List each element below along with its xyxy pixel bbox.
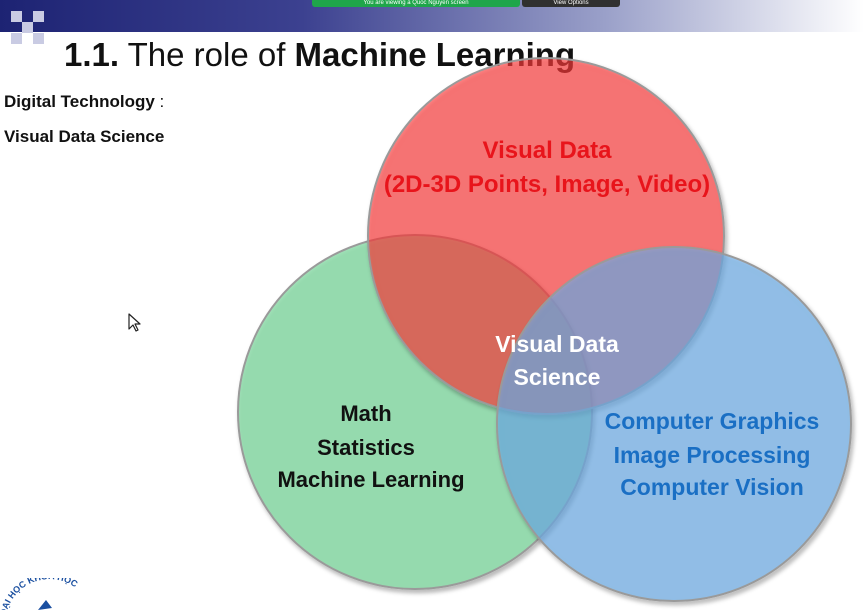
visual-data-subtitle: (2D-3D Points, Image, Video) [384, 171, 710, 198]
statistics-label: Statistics [317, 435, 415, 460]
university-logo: ĐẠI HỌC KHOA HỌC [0, 578, 80, 610]
visual-data-science-center-label: Visual Data [495, 331, 619, 357]
image-processing-label: Image Processing [614, 442, 811, 468]
logo-emblem [38, 600, 52, 610]
computer-graphics-label: Computer Graphics [605, 408, 820, 434]
logo-text: ĐẠI HỌC KHOA HỌC [0, 578, 80, 610]
visual-data-label: Visual Data [483, 137, 613, 164]
machine-learning-label: Machine Learning [277, 467, 464, 492]
computer-vision-label: Computer Vision [620, 474, 804, 500]
mouse-pointer-icon [128, 313, 141, 332]
logo-text-path: ĐẠI HỌC KHOA HỌC [0, 578, 80, 610]
visual-data-science-center-label-line2: Science [514, 364, 601, 390]
venn-diagram: Visual Data (2D-3D Points, Image, Video)… [237, 57, 852, 602]
math-label: Math [340, 401, 391, 426]
